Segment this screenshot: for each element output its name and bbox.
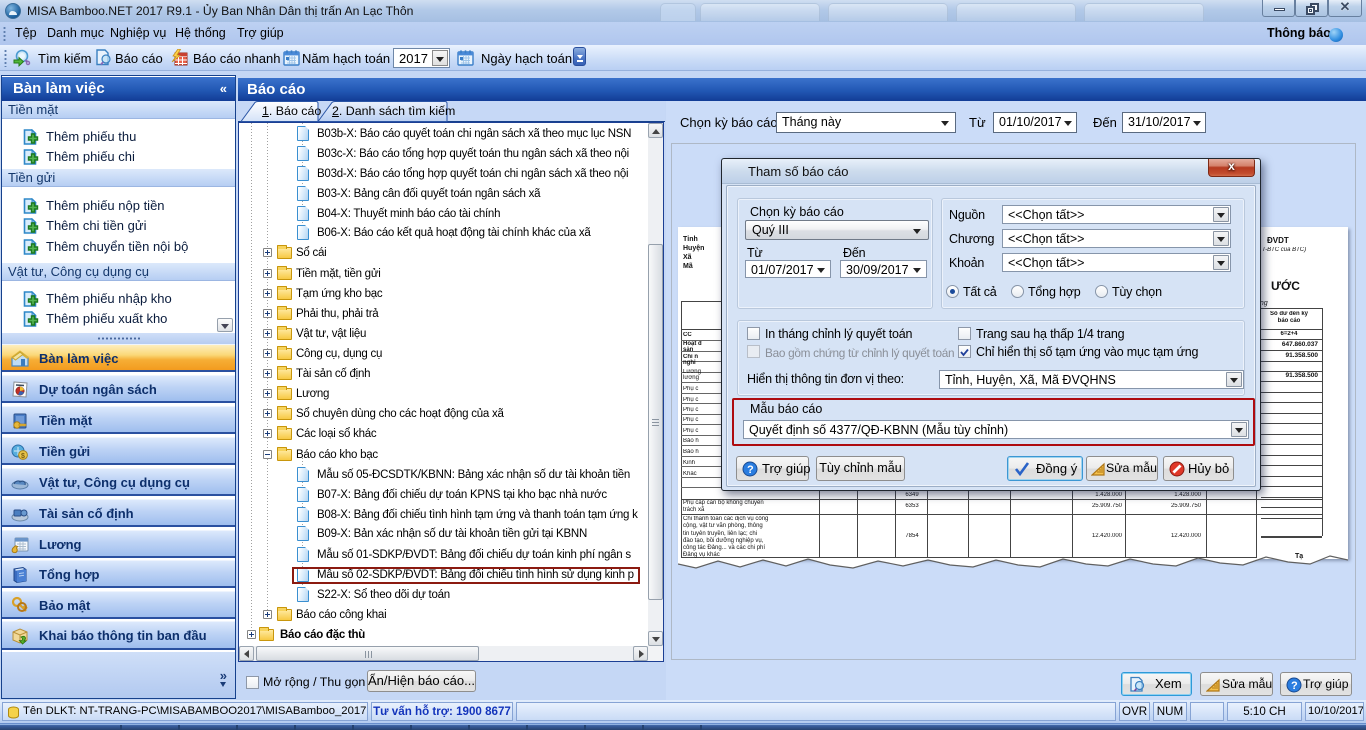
svg-text:?: ? [1291, 680, 1298, 692]
svg-text:?: ? [747, 464, 754, 476]
svg-text:$: $ [21, 453, 25, 460]
